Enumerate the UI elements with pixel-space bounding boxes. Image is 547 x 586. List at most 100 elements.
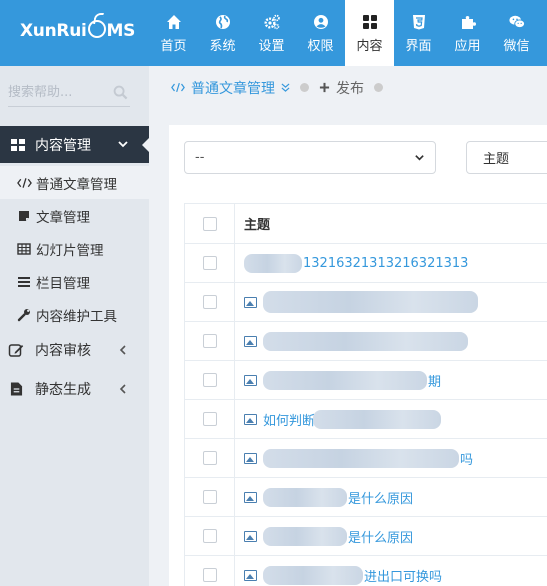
chevron-down-icon — [415, 155, 424, 161]
file-icon — [16, 210, 32, 222]
row-checkbox[interactable] — [185, 517, 235, 555]
logo-text-right: MS — [106, 21, 136, 41]
column-header-title[interactable]: 主题 — [235, 204, 547, 243]
nav-apps-label: 应用 — [454, 39, 481, 54]
article-title-link[interactable]: 期 — [235, 361, 547, 399]
sidebar-item-maintenance[interactable]: 内容维护工具 — [0, 298, 149, 331]
globe-icon — [215, 12, 231, 32]
breadcrumb-current[interactable]: 普通文章管理 — [171, 78, 290, 98]
article-title-link[interactable]: 如何判断 — [235, 400, 547, 438]
content-panel: -- 主题 主题 13216321313216321313 期 如何判断 吗 是… — [169, 125, 547, 586]
image-icon — [244, 335, 257, 347]
table-row: 期 — [184, 361, 547, 400]
nav-settings[interactable]: 设置 — [247, 0, 296, 66]
sidebar-group-static[interactable]: 静态生成 — [0, 370, 149, 408]
code-icon — [16, 177, 32, 189]
row-checkbox[interactable] — [185, 400, 235, 438]
nav-home[interactable]: 首页 — [149, 0, 198, 66]
article-title-link[interactable]: 13216321313216321313 — [235, 244, 547, 282]
user-icon — [313, 12, 329, 32]
table-row: 13216321313216321313 — [184, 244, 547, 283]
table-row: 进出口可换吗 — [184, 556, 547, 586]
article-table: 主题 13216321313216321313 期 如何判断 吗 是什么原因 是… — [184, 203, 547, 586]
nav-system-label: 系统 — [209, 39, 236, 54]
sidebar-item-label: 幻灯片管理 — [36, 242, 104, 259]
chevron-left-icon — [119, 384, 126, 394]
double-chevron-down-icon[interactable] — [281, 82, 290, 93]
sidebar-item-normal-articles[interactable]: 普通文章管理 — [0, 166, 149, 199]
edit-icon — [8, 342, 24, 358]
search-icon[interactable] — [113, 85, 128, 100]
row-checkbox[interactable] — [185, 244, 235, 282]
nav-interface-label: 界面 — [405, 39, 432, 54]
nav-home-label: 首页 — [160, 39, 187, 54]
sidebar-item-articles[interactable]: 文章管理 — [0, 199, 149, 232]
nav-settings-label: 设置 — [258, 39, 285, 54]
home-icon — [166, 12, 182, 32]
sidebar-item-label: 栏目管理 — [36, 275, 90, 292]
nav-wechat-label: 微信 — [503, 39, 530, 54]
article-title-link[interactable]: 进出口可换吗 — [235, 556, 547, 586]
row-checkbox[interactable] — [185, 478, 235, 516]
category-select-value: -- — [195, 150, 205, 165]
image-icon — [244, 530, 257, 542]
sidebar-item-slides[interactable]: 幻灯片管理 — [0, 232, 149, 265]
image-icon — [244, 491, 257, 503]
search-input[interactable] — [8, 79, 108, 105]
nav-system[interactable]: 系统 — [198, 0, 247, 66]
image-icon — [244, 452, 257, 464]
main-nav: 首页 系统 设置 权限 内容 界面 应用 微信 — [149, 0, 541, 66]
row-checkbox[interactable] — [185, 439, 235, 477]
nav-interface[interactable]: 界面 — [394, 0, 443, 66]
image-icon — [244, 569, 257, 581]
gears-icon — [263, 12, 280, 32]
select-all-checkbox[interactable] — [185, 204, 235, 243]
nav-apps[interactable]: 应用 — [443, 0, 492, 66]
table-row: 是什么原因 — [184, 517, 547, 556]
bars-icon — [16, 276, 32, 288]
sidebar-group-label: 静态生成 — [35, 382, 91, 398]
image-icon — [244, 296, 257, 308]
sidebar-section-content[interactable]: 内容管理 — [0, 126, 150, 163]
breadcrumb-separator — [300, 83, 309, 92]
article-title-link[interactable]: 吗 — [235, 439, 547, 477]
publish-link[interactable]: 发布 — [319, 78, 364, 98]
breadcrumb: 普通文章管理 发布 — [149, 66, 547, 109]
table-row — [184, 322, 547, 361]
table-row: 吗 — [184, 439, 547, 478]
field-select-value: 主题 — [483, 152, 510, 167]
code-icon — [171, 82, 185, 93]
article-title-link[interactable] — [235, 283, 547, 321]
article-title-link[interactable]: 是什么原因 — [235, 517, 547, 555]
sidebar-section-label: 内容管理 — [35, 137, 91, 154]
row-checkbox[interactable] — [185, 283, 235, 321]
breadcrumb-current-label: 普通文章管理 — [191, 80, 275, 97]
puzzle-icon — [460, 12, 476, 32]
category-select[interactable]: -- — [184, 141, 436, 174]
article-title-link[interactable]: 是什么原因 — [235, 478, 547, 516]
logo-drop-icon — [87, 20, 106, 38]
sidebar: 内容管理 普通文章管理 文章管理 幻灯片管理 栏目管理 内容维护工具 内容审核 … — [0, 66, 150, 586]
table-row — [184, 283, 547, 322]
chevron-down-icon — [118, 141, 128, 148]
publish-label: 发布 — [336, 80, 364, 97]
sidebar-search — [8, 79, 130, 107]
table-icon — [16, 242, 32, 255]
logo[interactable]: XunRui MS — [20, 20, 135, 41]
article-title-link[interactable] — [235, 322, 547, 360]
nav-wechat[interactable]: 微信 — [492, 0, 541, 66]
wechat-icon — [508, 12, 525, 32]
nav-content[interactable]: 内容 — [345, 0, 394, 66]
row-checkbox[interactable] — [185, 556, 235, 586]
sidebar-group-review[interactable]: 内容审核 — [0, 331, 149, 369]
sidebar-item-categories[interactable]: 栏目管理 — [0, 265, 149, 298]
sidebar-item-label: 普通文章管理 — [36, 176, 117, 193]
grid-icon — [11, 138, 25, 151]
file-text-icon — [8, 381, 24, 397]
top-navbar: XunRui MS 首页 系统 设置 权限 内容 界面 应用 微信 — [0, 0, 547, 66]
nav-permissions[interactable]: 权限 — [296, 0, 345, 66]
field-select[interactable]: 主题 — [466, 141, 547, 174]
row-checkbox[interactable] — [185, 361, 235, 399]
sidebar-item-label: 内容维护工具 — [36, 308, 117, 325]
row-checkbox[interactable] — [185, 322, 235, 360]
